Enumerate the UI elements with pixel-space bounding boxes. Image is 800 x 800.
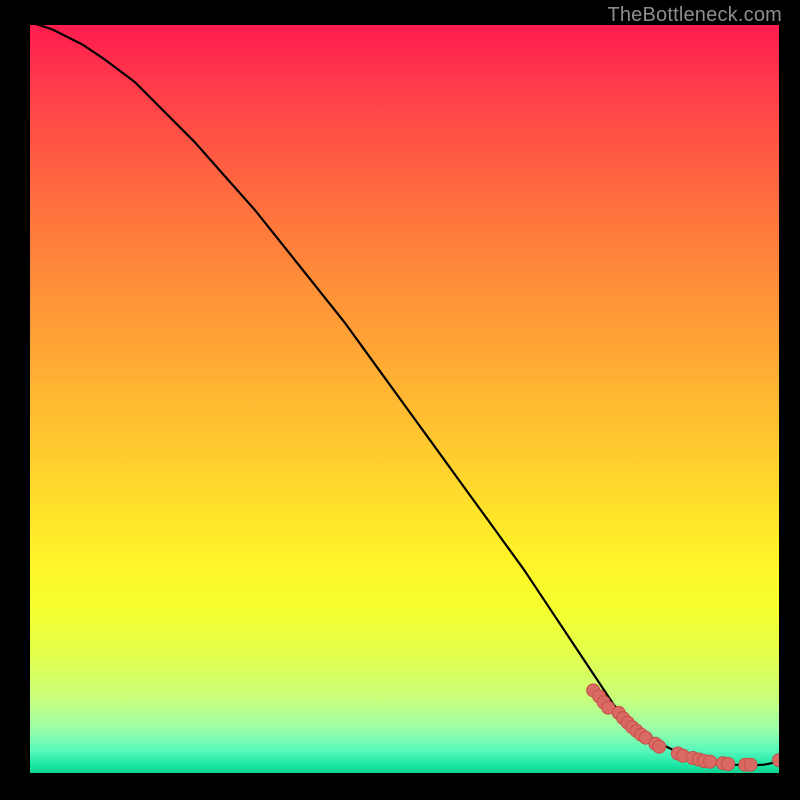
- chart-overlay: [30, 22, 779, 773]
- data-point: [653, 740, 666, 753]
- curve-line: [30, 22, 779, 766]
- data-point: [773, 754, 780, 767]
- data-point: [722, 758, 735, 771]
- watermark-text: TheBottleneck.com: [607, 4, 782, 27]
- data-point: [704, 755, 717, 768]
- plot-area: [30, 22, 779, 773]
- scatter-points: [587, 684, 779, 771]
- data-point: [744, 758, 757, 771]
- chart-stage: TheBottleneck.com: [0, 0, 800, 800]
